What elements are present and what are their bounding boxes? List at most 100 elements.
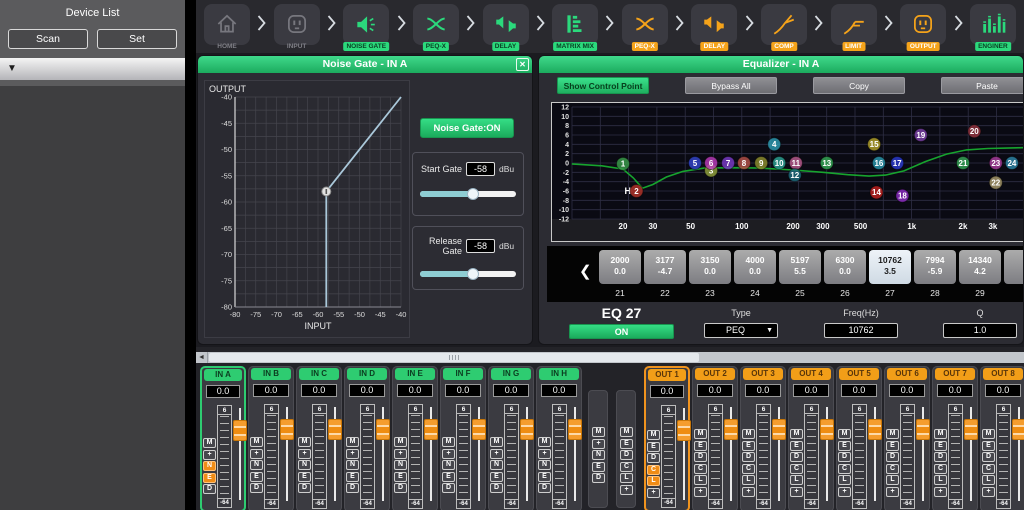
strip-button-+[interactable]: + [298, 449, 311, 459]
fader-track[interactable] [378, 407, 388, 501]
fader-handle[interactable] [868, 419, 882, 440]
channel-strip-in-g[interactable]: IN G0.0M+NED6-64 [488, 366, 534, 510]
channel-gain-value[interactable]: 0.0 [253, 384, 289, 397]
slider-handle[interactable] [467, 188, 479, 200]
strip-button-D[interactable]: D [490, 483, 503, 493]
fader-handle[interactable] [280, 419, 294, 440]
toolbar-item-noise-gate-2[interactable]: NOISE GATE [343, 4, 389, 50]
close-icon[interactable]: ✕ [516, 58, 529, 71]
fader-track[interactable] [726, 407, 736, 501]
release-gate-slider[interactable] [420, 271, 516, 277]
strip-button-L[interactable]: L [790, 475, 803, 485]
strip-button-D[interactable]: D [250, 483, 263, 493]
strip-button-+[interactable]: + [886, 487, 899, 497]
fader-handle[interactable] [376, 419, 390, 440]
eq-band-button-29[interactable]: 143404.2 [959, 250, 1001, 284]
type-select[interactable]: ▼ PEQ [704, 323, 778, 338]
channel-gain-value[interactable]: 0.0 [937, 384, 973, 397]
strip-button-E[interactable]: E [742, 441, 755, 451]
channel-gain-value[interactable]: 0.0 [985, 384, 1021, 397]
strip-button-L[interactable]: L [742, 475, 755, 485]
strip-button-C[interactable]: C [620, 462, 633, 472]
freq-input[interactable]: 10762 [824, 323, 898, 338]
strip-button-N[interactable]: N [346, 460, 359, 470]
strip-button-E[interactable]: E [592, 462, 605, 472]
strip-button-M[interactable]: M [298, 437, 311, 447]
strip-button-N[interactable]: N [592, 450, 605, 460]
strip-button-L[interactable]: L [620, 473, 633, 483]
equalizer-titlebar[interactable]: Equalizer - IN A [539, 56, 1023, 73]
channel-gain-value[interactable]: 0.0 [889, 384, 925, 397]
strip-button-M[interactable]: M [742, 429, 755, 439]
channel-strip-in-f[interactable]: IN F0.0M+NED6-64 [440, 366, 486, 510]
strip-button-N[interactable]: N [298, 460, 311, 470]
fader-handle[interactable] [916, 419, 930, 440]
strip-button-+[interactable]: + [250, 449, 263, 459]
strip-button-D[interactable]: D [442, 483, 455, 493]
scan-button[interactable]: Scan [8, 29, 88, 49]
fader-track[interactable] [522, 407, 532, 501]
channel-strip-out-2[interactable]: OUT 20.0MEDCL+6-64 [692, 366, 738, 510]
strip-button-D[interactable]: D [647, 453, 660, 463]
eq-on-button[interactable]: ON [569, 324, 674, 339]
strip-button-C[interactable]: C [790, 464, 803, 474]
channel-gain-value[interactable]: 0.0 [650, 385, 684, 398]
fader-handle[interactable] [328, 419, 342, 440]
strip-button-L[interactable]: L [934, 475, 947, 485]
toolbar-item-limit-9[interactable]: LIMIT [831, 4, 877, 50]
channel-gain-value[interactable]: 0.0 [301, 384, 337, 397]
toolbar-item-peq-x-3[interactable]: PEQ-X [413, 4, 459, 50]
toolbar-item-matrix-mix-5[interactable]: MATRIX MIX [552, 4, 598, 50]
channel-gain-value[interactable]: 0.0 [349, 384, 385, 397]
fader-track[interactable] [966, 407, 976, 501]
scroll-left-arrow-icon[interactable]: ◄ [196, 352, 208, 363]
fader-handle[interactable] [772, 419, 786, 440]
strip-button-+[interactable]: + [592, 439, 605, 449]
strip-button-N[interactable]: N [442, 460, 455, 470]
strip-button-C[interactable]: C [694, 464, 707, 474]
fader-track[interactable] [474, 407, 484, 501]
channel-gain-value[interactable]: 0.0 [793, 384, 829, 397]
fader-handle[interactable] [472, 419, 486, 440]
channel-strip-in-b[interactable]: IN B0.0M+NED6-64 [248, 366, 294, 510]
channel-strip-in-c[interactable]: IN C0.0M+NED6-64 [296, 366, 342, 510]
device-list-collapse-bar[interactable]: ▼ [0, 58, 185, 80]
channel-gain-value[interactable]: 0.0 [841, 384, 877, 397]
fader-track[interactable] [870, 407, 880, 501]
fader-track[interactable] [822, 407, 832, 501]
strip-button-M[interactable]: M [250, 437, 263, 447]
strip-button-+[interactable]: + [934, 487, 947, 497]
strip-button-C[interactable]: C [934, 464, 947, 474]
scrollbar-thumb[interactable] [209, 353, 699, 362]
toolbar-item-enginer-11[interactable]: ENGINER [970, 4, 1016, 50]
noise-gate-toggle-button[interactable]: Noise Gate:ON [420, 118, 514, 138]
eq-band-button-partial[interactable] [1004, 250, 1024, 284]
strip-button-M[interactable]: M [934, 429, 947, 439]
strip-button-N[interactable]: N [203, 461, 216, 471]
fader-handle[interactable] [820, 419, 834, 440]
channel-gain-value[interactable]: 0.0 [541, 384, 577, 397]
strip-button-C[interactable]: C [742, 464, 755, 474]
channel-strip-in-a[interactable]: IN A0.0M+NED6-64 [200, 366, 246, 510]
strip-button-E[interactable]: E [442, 472, 455, 482]
fader-track[interactable] [235, 408, 245, 500]
fader-track[interactable] [282, 407, 292, 501]
fader-track[interactable] [330, 407, 340, 501]
strip-button-M[interactable]: M [346, 437, 359, 447]
strip-button-E[interactable]: E [790, 441, 803, 451]
channel-gain-value[interactable]: 0.0 [745, 384, 781, 397]
strip-button-D[interactable]: D [394, 483, 407, 493]
toolbar-item-peq-x-6[interactable]: PEQ-X [622, 4, 668, 50]
fader-handle[interactable] [677, 420, 691, 441]
strip-button-+[interactable]: + [647, 488, 660, 498]
strip-button-E[interactable]: E [394, 472, 407, 482]
strip-button-E[interactable]: E [934, 441, 947, 451]
strip-button-C[interactable]: C [647, 465, 660, 475]
strip-button-M[interactable]: M [490, 437, 503, 447]
fader-track[interactable] [426, 407, 436, 501]
strip-button-D[interactable]: D [346, 483, 359, 493]
channel-gain-value[interactable]: 0.0 [445, 384, 481, 397]
toolbar-item-delay-4[interactable]: DELAY [483, 4, 529, 50]
strip-button-N[interactable]: N [490, 460, 503, 470]
eq-band-button-27[interactable]: 107623.5 [869, 250, 911, 284]
